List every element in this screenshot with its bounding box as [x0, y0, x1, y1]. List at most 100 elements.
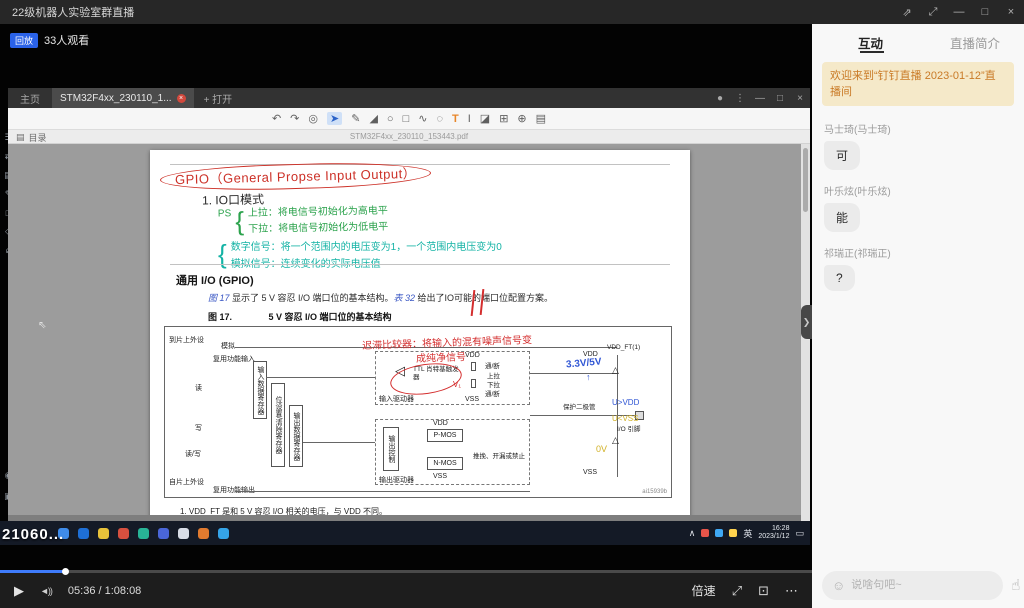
green-prefix: PS [218, 206, 232, 238]
pdf-annotation-toolbar: ↶ ↷ ◎ ➤ ✎ ◢ ○ □ ∿ ◌ T I ◪ ⊞ ⊕ ▤ [8, 108, 810, 130]
pulldown-resistor [471, 379, 476, 388]
stream-overlay-text: 21060... [2, 526, 64, 543]
message-bubble: ? [824, 265, 855, 291]
share-icon[interactable]: ⇗ [894, 6, 920, 19]
eraser-tool-icon: ◪ [480, 112, 490, 125]
diagram-label: VDD [465, 352, 480, 359]
diagram-label: 到片上外设 [169, 335, 204, 345]
maximize-icon[interactable]: □ [972, 6, 998, 18]
diagram-label: 模拟 [221, 341, 235, 351]
titlebar: 22级机器人实验室群直播 ⇗ ⤢ — □ × [0, 0, 1024, 24]
input-data-register: 输入数据寄存器 [253, 361, 267, 419]
diagram-label: 保护二极管 [563, 401, 596, 411]
diode-icon: △ [612, 435, 619, 446]
yellow-ink-note: 0V [596, 444, 607, 454]
diagram-label: 输入驱动器 [379, 394, 414, 404]
presenter-cursor-icon: ⇖ [38, 320, 46, 331]
like-icon[interactable]: ☝ [1011, 576, 1020, 594]
taskbar-app-icon [218, 528, 229, 539]
window-controls: ⇗ ⤢ — □ × [894, 0, 1024, 24]
figure-title: 5 V 容忍 I/O 端口位的基本结构 [269, 312, 392, 322]
yellow-ink-note: U<VSS [612, 414, 638, 423]
assistant-icon: ● [710, 93, 730, 104]
figure-id: ai15939b [642, 489, 667, 495]
diode-icon: △ [612, 365, 619, 376]
tab-close-icon: × [177, 94, 186, 103]
volume-icon[interactable]: ◄)) [40, 586, 52, 596]
pages-tool-icon: ▤ [536, 112, 546, 125]
pdf-tab-label: STM32F4xx_230110_1... [60, 93, 172, 104]
diagram-label: 通/断 [485, 360, 500, 370]
taskbar-time: 16:28 [758, 525, 789, 533]
taskbar-app-icon [138, 528, 149, 539]
taskbar-app-icon [98, 528, 109, 539]
tab-interaction[interactable]: 互动 [858, 33, 883, 52]
more-options-icon[interactable]: ⋯ [785, 583, 798, 599]
diagram-label: 通/断 [485, 388, 500, 398]
grid-tool-icon: ⊞ [499, 112, 508, 125]
handwritten-cyan-note: { 数字信号：将一个范围内的电压变为1，一个范围内电压变为0 模拟信号：连续变化… [218, 239, 502, 273]
brace-mark: { [218, 239, 227, 273]
chat-input[interactable] [851, 579, 993, 591]
diagram-label: 复用功能输入 [213, 354, 255, 364]
chevron-right-icon: ❯ [803, 317, 811, 328]
cyan-lines: 数字信号：将一个范围内的电压变为1，一个范围内电压变为0 模拟信号：连续变化的实… [231, 239, 502, 273]
red-ink-note: 成纯净信号 [416, 348, 466, 365]
diagram-label: 读/写 [185, 449, 201, 459]
live-stream-window: 22级机器人实验室群直播 ⇗ ⤢ — □ × 回放 33人观看 ☰ ⇄ ▤ ✎ … [0, 0, 1024, 608]
cursor-tool-icon: ➤ [327, 112, 342, 125]
output-data-register: 输出数据寄存器 [289, 405, 303, 467]
panel-collapse-tab: ❯ [801, 305, 812, 339]
chat-message-list: 马士琦(马士琦) 可 叶乐炫(叶乐炫) 能 祁瑞正(祁瑞正) ? [812, 106, 1024, 562]
minimize-icon[interactable]: — [946, 6, 972, 18]
chat-input-pill[interactable]: ☺ [822, 571, 1003, 600]
diagram-label: I/O 引脚 [617, 423, 640, 433]
pdf-maximize-icon: □ [770, 93, 790, 104]
wave-tool-icon: ∿ [418, 112, 427, 125]
diagram-label: 输出驱动器 [379, 475, 414, 485]
taskbar-app-icon [198, 528, 209, 539]
fullscreen-icon[interactable]: ⤢ [920, 6, 946, 19]
tab-live-intro[interactable]: 直播简介 [950, 33, 1000, 52]
speed-button[interactable]: 倍速 [692, 582, 716, 599]
pdf-close-icon: × [790, 93, 810, 104]
blue-arrow-mark: ↑ [586, 372, 591, 382]
section-title: 通用 I/O (GPIO) [176, 272, 254, 288]
sender-name: 祁瑞正(祁瑞正) [824, 245, 1012, 260]
sender-name: 马士琦(马士琦) [824, 121, 1012, 136]
text-tool-icon: T [452, 113, 459, 125]
wire-line [266, 377, 375, 378]
pdf-window-controls: ● ⋮ — □ × [710, 93, 810, 104]
pdf-document-bar: ▤ 目录 STM32F4xx_230110_153443.pdf [8, 130, 810, 144]
diagram-label: VDD_FT(1) [607, 344, 640, 351]
video-surface[interactable]: 回放 33人观看 ☰ ⇄ ▤ ✎ □ ◇ ⌀ ◉ ▣ 主页 [0, 24, 812, 570]
taskbar-app-icons [58, 528, 229, 539]
scrollbar-thumb [803, 148, 808, 212]
system-tray: ∧ 英 16:28 2023/1/12 ▭ [689, 525, 804, 541]
menu-icon: ⋮ [730, 93, 750, 104]
emoji-icon[interactable]: ☺ [832, 578, 845, 593]
wire-line [303, 442, 375, 443]
taskbar-clock: 16:28 2023/1/12 [758, 525, 789, 541]
ellipse-tool-icon: ○ [387, 113, 394, 125]
green-lines: 上拉：将电信号初始化为高电平 下拉：将电信号初始化为低电平 [248, 204, 389, 238]
figure-reference-link: 图 17 [208, 293, 230, 303]
taskbar-date: 2023/1/12 [758, 533, 789, 541]
blue-ink-note: U>VDD [612, 398, 639, 407]
pdf-reader-window: 主页 STM32F4xx_230110_1... × + 打开 ● ⋮ — □ … [8, 88, 810, 521]
shared-screen: ☰ ⇄ ▤ ✎ □ ◇ ⌀ ◉ ▣ 主页 STM32F4xx_230110_1.… [0, 88, 810, 545]
diagram-label: VSS [433, 473, 447, 480]
document-viewport: GPIO（General Propse Input Output） 1. IO口… [8, 144, 810, 521]
pip-icon[interactable]: ⊡ [758, 583, 769, 599]
chat-message: 叶乐炫(叶乐炫) 能 [824, 183, 1012, 232]
wire-line [530, 373, 617, 374]
sender-name: 叶乐炫(叶乐炫) [824, 183, 1012, 198]
diagram-label: 自片上外设 [169, 477, 204, 487]
highlighter-icon: ◢ [369, 112, 377, 125]
paragraph-text: 给出了IO可能的端口位配置方案。 [415, 293, 553, 303]
close-icon[interactable]: × [998, 6, 1024, 18]
pdf-tab-home: 主页 [8, 91, 52, 106]
tray-icon [729, 529, 737, 537]
play-icon[interactable]: ▶ [14, 583, 24, 599]
fullscreen-player-icon[interactable]: ⤢ [732, 583, 742, 599]
